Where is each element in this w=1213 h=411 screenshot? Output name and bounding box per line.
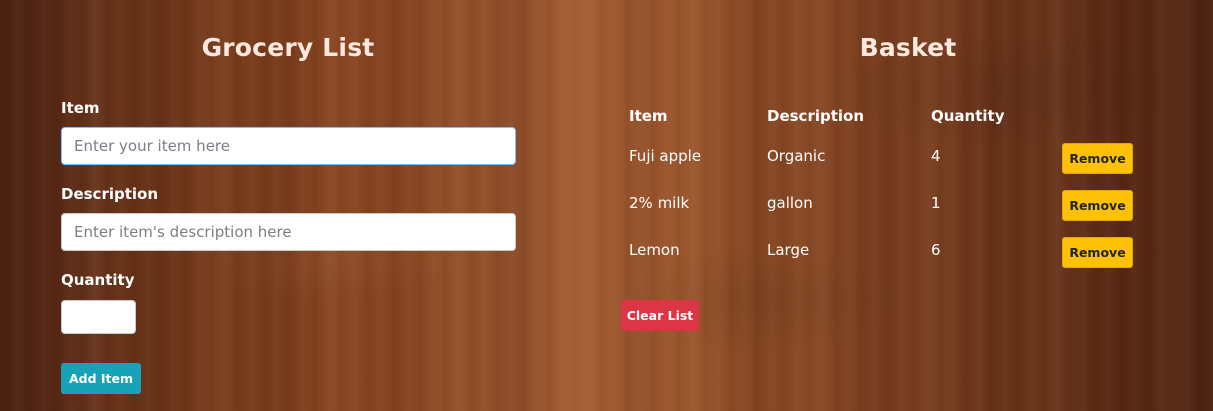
basket-row-item: Fuji apple	[629, 147, 702, 165]
basket-row-description: gallon	[767, 194, 813, 212]
item-label: Item	[61, 99, 100, 117]
basket-title: Basket	[859, 33, 957, 62]
basket-row-description: Large	[767, 241, 810, 259]
item-input[interactable]	[61, 127, 516, 165]
quantity-label: Quantity	[61, 271, 135, 289]
quantity-input[interactable]	[61, 300, 136, 334]
description-input[interactable]	[61, 213, 516, 251]
remove-button[interactable]: Remove	[1062, 190, 1133, 221]
basket-row-quantity: 4	[931, 147, 941, 165]
remove-button[interactable]: Remove	[1062, 237, 1133, 268]
basket-column-header-description: Description	[767, 107, 865, 125]
basket-row-quantity: 6	[931, 241, 941, 259]
remove-button[interactable]: Remove	[1062, 143, 1133, 174]
grocery-list-title: Grocery List	[201, 33, 375, 62]
basket-row-item: Lemon	[629, 241, 680, 259]
clear-list-button[interactable]: Clear List	[621, 300, 699, 331]
basket-column-header-quantity: Quantity	[931, 107, 1005, 125]
add-item-button[interactable]: Add Item	[61, 363, 141, 394]
basket-row-description: Organic	[767, 147, 826, 165]
description-label: Description	[61, 185, 159, 203]
basket-row-quantity: 1	[931, 194, 941, 212]
basket-column-header-item: Item	[629, 107, 668, 125]
basket-row-item: 2% milk	[629, 194, 690, 212]
